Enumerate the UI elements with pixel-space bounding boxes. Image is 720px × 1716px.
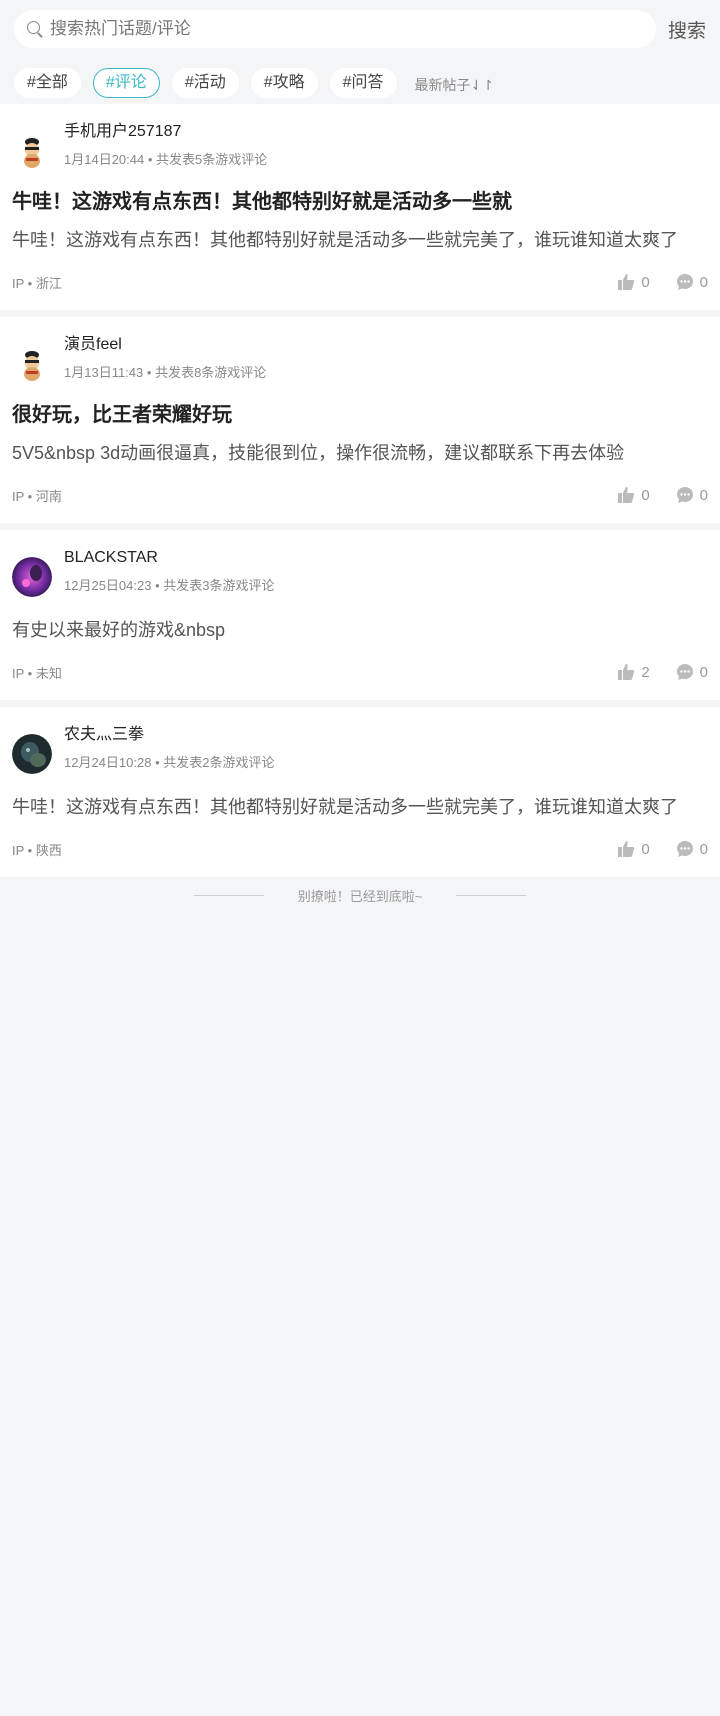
post-feed: 手机用户257187 1月14日20:44 • 共发表5条游戏评论 牛哇！这游戏… <box>0 104 720 913</box>
tab-all[interactable]: #全部 <box>14 68 81 98</box>
divider-right <box>456 894 527 896</box>
header: 搜索 #全部 #评论 #活动 #攻略 #问答 最新帖子⇃↾ <box>0 0 720 104</box>
comment-count: 0 <box>699 486 708 504</box>
post-card[interactable]: 演员feel 1月13日11:43 • 共发表8条游戏评论 很好玩，比王者荣耀好… <box>0 317 720 523</box>
avatar[interactable] <box>12 734 52 774</box>
user-name[interactable]: 演员feel <box>64 334 266 356</box>
like-button[interactable]: 0 <box>617 273 650 291</box>
avatar-mascot-icon <box>12 344 52 384</box>
post-meta: 1月14日20:44 • 共发表5条游戏评论 <box>64 149 267 168</box>
tab-activity[interactable]: #活动 <box>171 68 239 98</box>
thumbs-up-icon <box>618 487 635 503</box>
comment-button[interactable]: 0 <box>676 840 708 858</box>
tab-qa[interactable]: #问答 <box>329 68 397 98</box>
like-count: 2 <box>641 663 650 681</box>
comment-bubble-icon <box>676 841 693 857</box>
post-date: 12月25日04:23 <box>64 578 152 593</box>
post-card[interactable]: BLACKSTAR 12月25日04:23 • 共发表3条游戏评论 有史以来最好… <box>0 530 720 700</box>
post-count: 共发表8条游戏评论 <box>155 365 267 380</box>
tab-guide[interactable]: #攻略 <box>250 68 318 98</box>
avatar[interactable] <box>12 131 52 171</box>
post-actions: 0 0 <box>591 486 708 504</box>
post-header: 农夫灬三拳 12月24日10:28 • 共发表2条游戏评论 <box>12 721 708 777</box>
post-meta: 1月13日11:43 • 共发表8条游戏评论 <box>64 362 266 381</box>
comment-count: 0 <box>699 663 708 681</box>
post-footer: IP • 河南 0 0 <box>12 467 708 523</box>
post-header: 演员feel 1月13日11:43 • 共发表8条游戏评论 <box>12 331 708 387</box>
comment-bubble-icon <box>676 274 693 290</box>
user-name[interactable]: 手机用户257187 <box>64 121 267 143</box>
sort-toggle[interactable]: 最新帖子⇃↾ <box>415 75 494 95</box>
like-button[interactable]: 2 <box>617 663 650 681</box>
post-date: 12月24日10:28 <box>64 755 152 770</box>
avatar-purple-character-icon <box>12 557 52 597</box>
thumbs-up-icon <box>618 664 635 680</box>
post-title[interactable]: 牛哇！这游戏有点东西！其他都特别好就是活动多一些就 <box>12 188 708 216</box>
post-card[interactable]: 手机用户257187 1月14日20:44 • 共发表5条游戏评论 牛哇！这游戏… <box>0 104 720 310</box>
post-actions: 0 0 <box>591 840 708 858</box>
post-body[interactable]: 5V5&nbsp 3d动画很逼真，技能很到位，操作很流畅，建议都联系下再去体验 <box>12 439 708 467</box>
post-body[interactable]: 牛哇！这游戏有点东西！其他都特别好就是活动多一些就完美了，谁玩谁知道太爽了 <box>12 226 708 254</box>
meta-separator: • <box>146 365 156 380</box>
avatar[interactable] <box>12 557 52 597</box>
post-count: 共发表2条游戏评论 <box>163 755 275 770</box>
ip-location: IP • 陕西 <box>12 842 62 858</box>
avatar[interactable] <box>12 344 52 384</box>
search-icon <box>26 20 44 38</box>
avatar-dark-character-icon <box>12 734 52 774</box>
ip-location: IP • 河南 <box>12 488 62 504</box>
ip-location: IP • 浙江 <box>12 275 62 291</box>
thumbs-up-icon <box>618 841 635 857</box>
comment-button[interactable]: 0 <box>676 273 708 291</box>
like-count: 0 <box>641 273 650 291</box>
post-card[interactable]: 农夫灬三拳 12月24日10:28 • 共发表2条游戏评论 牛哇！这游戏有点东西… <box>0 707 720 877</box>
post-actions: 2 0 <box>591 663 708 681</box>
post-footer: IP • 陕西 0 0 <box>12 821 708 877</box>
like-count: 0 <box>641 840 650 858</box>
post-actions: 0 0 <box>591 273 708 291</box>
post-body[interactable]: 有史以来最好的游戏&nbsp <box>12 616 708 644</box>
post-meta: 12月25日04:23 • 共发表3条游戏评论 <box>64 575 274 594</box>
comment-button[interactable]: 0 <box>676 486 708 504</box>
post-body[interactable]: 牛哇！这游戏有点东西！其他都特别好就是活动多一些就完美了，谁玩谁知道太爽了 <box>12 793 708 821</box>
thumbs-up-icon <box>618 274 635 290</box>
post-date: 1月14日20:44 <box>64 152 145 167</box>
search-row: 搜索 <box>14 10 706 48</box>
tab-review[interactable]: #评论 <box>92 68 160 98</box>
post-count: 共发表5条游戏评论 <box>156 152 268 167</box>
search-input[interactable] <box>50 19 610 39</box>
topic-tabs: #全部 #评论 #活动 #攻略 #问答 最新帖子⇃↾ <box>14 68 706 98</box>
like-count: 0 <box>641 486 650 504</box>
user-name[interactable]: BLACKSTAR <box>64 547 274 569</box>
post-footer: IP • 未知 2 0 <box>12 644 708 700</box>
search-button[interactable]: 搜索 <box>668 16 706 43</box>
comment-count: 0 <box>699 273 708 291</box>
search-box[interactable] <box>14 10 656 48</box>
post-meta: 12月24日10:28 • 共发表2条游戏评论 <box>64 752 274 771</box>
end-of-list: 别撩啦！已经到底啦~ <box>0 877 720 913</box>
divider-left <box>193 894 264 896</box>
post-header: 手机用户257187 1月14日20:44 • 共发表5条游戏评论 <box>12 118 708 174</box>
end-text: 别撩啦！已经到底啦~ <box>297 888 423 904</box>
like-button[interactable]: 0 <box>617 840 650 858</box>
comment-bubble-icon <box>676 664 693 680</box>
comment-button[interactable]: 0 <box>676 663 708 681</box>
ip-location: IP • 未知 <box>12 665 62 681</box>
like-button[interactable]: 0 <box>617 486 650 504</box>
meta-separator: • <box>147 152 157 167</box>
comment-bubble-icon <box>676 487 693 503</box>
avatar-mascot-icon <box>12 131 52 171</box>
comment-count: 0 <box>699 840 708 858</box>
post-title[interactable]: 很好玩，比王者荣耀好玩 <box>12 401 708 429</box>
post-header: BLACKSTAR 12月25日04:23 • 共发表3条游戏评论 <box>12 544 708 600</box>
user-name[interactable]: 农夫灬三拳 <box>64 724 274 746</box>
post-footer: IP • 浙江 0 0 <box>12 254 708 310</box>
post-count: 共发表3条游戏评论 <box>163 578 275 593</box>
post-date: 1月13日11:43 <box>64 365 144 380</box>
